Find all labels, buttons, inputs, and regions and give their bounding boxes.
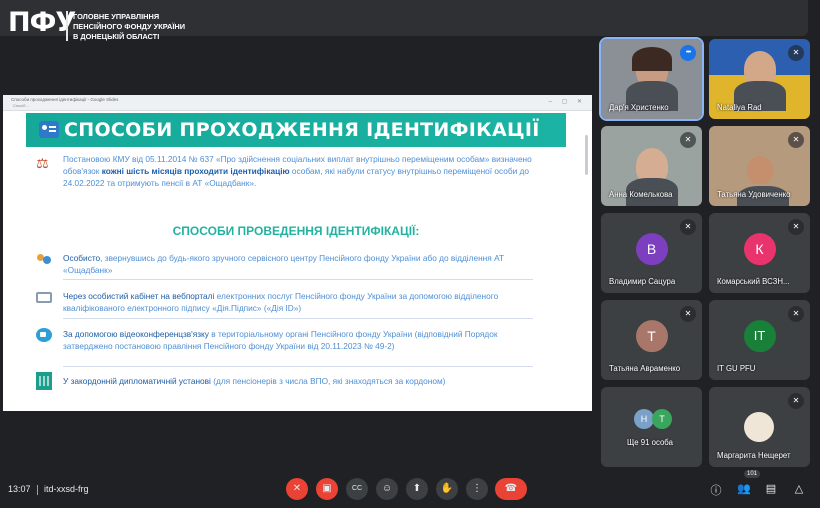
method-text: Через особистий кабінет на вебпорталі ел…: [63, 290, 533, 314]
avatar: К: [743, 233, 776, 266]
divider: [63, 318, 533, 319]
participant-name: Владимир Сацура: [609, 277, 676, 286]
participant-name: Татьяна Авраменко: [609, 364, 681, 373]
avatar: Н: [634, 409, 654, 429]
org-banner: ПФУ ГОЛОВНЕ УПРАВЛІННЯ ПЕНСІЙНОГО ФОНДУ …: [0, 0, 808, 41]
divider: [37, 485, 38, 495]
method-description: (для пенсіонерів з числа ВПО, які знаход…: [210, 376, 446, 386]
participant-name: Татьяна Удовиченко: [717, 190, 791, 199]
method-text: За допомогою відеоконференцзв'язку в тер…: [63, 328, 533, 352]
participant-tile[interactable]: ✕ Анна Комелькова: [601, 126, 702, 206]
slide-scrollbar[interactable]: [585, 135, 588, 175]
captions-icon[interactable]: CC: [346, 478, 368, 500]
browser-address[interactable]: Спосіб...: [13, 103, 213, 109]
org-name: ГОЛОВНЕ УПРАВЛІННЯ ПЕНСІЙНОГО ФОНДУ УКРА…: [73, 12, 185, 42]
mic-off-icon: ✕: [680, 306, 696, 322]
slide-header: СПОСОБИ ПРОХОДЖЕННЯ ІДЕНТИФІКАЦІЇ: [26, 113, 566, 147]
participant-video: [625, 47, 678, 111]
presentation-slide: СПОСОБИ ПРОХОДЖЕННЯ ІДЕНТИФІКАЦІЇ ⚖ Пост…: [26, 113, 566, 409]
mic-off-icon: ✕: [788, 219, 804, 235]
participant-tile[interactable]: IT ✕ IT GU PFU: [709, 300, 810, 380]
people-icon[interactable]: 👥: [737, 482, 751, 495]
avatar: Т: [652, 409, 672, 429]
avatar: IT: [743, 320, 776, 353]
mic-off-icon: ✕: [788, 306, 804, 322]
org-name-line-3: В ДОНЕЦЬКІЙ ОБЛАСТІ: [73, 32, 160, 41]
participant-name: Nataliya Rad: [717, 103, 762, 112]
participant-tile[interactable]: Т ✕ Татьяна Авраменко: [601, 300, 702, 380]
mic-off-icon: ✕: [680, 132, 696, 148]
participant-video: [733, 51, 786, 111]
browser-toolbar: Способи проходження ідентифікації - Goog…: [3, 95, 592, 111]
divider: [63, 279, 533, 280]
chat-icon[interactable]: ▤: [764, 482, 778, 495]
participant-tile[interactable]: В ✕ Владимир Сацура: [601, 213, 702, 293]
slide-subtitle: СПОСОБИ ПРОВЕДЕННЯ ІДЕНТИФІКАЦІЇ:: [172, 224, 420, 238]
id-card-icon: [39, 121, 59, 138]
method-title: За допомогою відеоконференцзв'язку: [63, 329, 209, 339]
speaking-indicator-icon: •••: [680, 45, 696, 61]
participant-tile[interactable]: К ✕ Комарський ВСЗН...: [709, 213, 810, 293]
raise-hand-icon[interactable]: ✋: [436, 478, 458, 500]
divider: [63, 366, 533, 367]
meeting-code: itd-xxsd-frg: [44, 484, 89, 494]
org-name-line-1: ГОЛОВНЕ УПРАВЛІННЯ: [73, 12, 160, 21]
intro-paragraph: Постановою КМУ від 05.11.2014 № 637 «Про…: [63, 153, 533, 189]
clock: 13:07: [8, 484, 31, 494]
method-title: Через особистий кабінет на вебпорталі: [63, 291, 215, 301]
present-screen-icon[interactable]: ⬆: [406, 478, 428, 500]
participant-count-badge: 101: [744, 470, 761, 478]
participant-name: Маргарита Нещерет: [717, 451, 791, 460]
participant-name: Анна Комелькова: [609, 190, 673, 199]
participant-name: IT GU PFU: [717, 364, 756, 373]
gavel-icon: ⚖: [36, 155, 49, 171]
mic-off-icon: ✕: [788, 393, 804, 409]
logo-divider: [66, 11, 68, 41]
participant-video: [625, 148, 678, 206]
avatar: [744, 412, 774, 442]
participant-tile[interactable]: ✕ Татьяна Удовиченко: [709, 126, 810, 206]
mic-off-icon[interactable]: ✕: [286, 478, 308, 500]
method-title: У закордонній дипломатичній установі: [63, 376, 211, 386]
method-text: Особисто, звернувшись до будь-якого зруч…: [63, 252, 533, 276]
activities-icon[interactable]: △: [792, 482, 806, 495]
embassy-icon: [36, 372, 52, 390]
more-participants-label: Ще 91 особа: [627, 438, 673, 447]
monitor-icon: [36, 292, 52, 303]
mic-off-icon: ✕: [680, 219, 696, 235]
participant-name: Дар'я Христенко: [609, 103, 669, 112]
shared-screen: Способи проходження ідентифікації - Goog…: [3, 95, 592, 411]
camera-off-icon[interactable]: ▣: [316, 478, 338, 500]
leave-call-button[interactable]: ☎: [495, 478, 527, 500]
participant-tile[interactable]: ✕ Маргарита Нещерет: [709, 387, 810, 467]
mic-off-icon: ✕: [788, 45, 804, 61]
more-participants-tile[interactable]: Н Т Ще 91 особа: [601, 387, 702, 467]
browser-tab[interactable]: Способи проходження ідентифікації - Goog…: [11, 97, 118, 102]
avatar: В: [635, 233, 668, 266]
participant-tile[interactable]: ••• Дар'я Христенко: [599, 37, 704, 121]
info-icon[interactable]: ⓘ: [709, 482, 723, 498]
method-text: У закордонній дипломатичній установі (дл…: [63, 375, 533, 387]
method-description: , звернувшись до будь-якого зручного сер…: [63, 253, 505, 275]
participant-tile[interactable]: ✕ Nataliya Rad: [709, 39, 810, 119]
method-title: Особисто: [63, 253, 101, 263]
people-icon: [36, 252, 52, 266]
org-name-line-2: ПЕНСІЙНОГО ФОНДУ УКРАЇНИ: [73, 22, 186, 31]
intro-emphasis: кожні шість місяців проходити ідентифіка…: [101, 166, 290, 176]
participant-name: Комарський ВСЗН...: [717, 277, 790, 286]
slide-title: СПОСОБИ ПРОХОДЖЕННЯ ІДЕНТИФІКАЦІЇ: [64, 119, 540, 141]
avatar: Т: [635, 320, 668, 353]
mic-off-icon: ✕: [788, 132, 804, 148]
video-icon: [36, 328, 52, 342]
window-controls-icon[interactable]: – ▢ ✕: [549, 98, 586, 105]
participant-video: [736, 156, 789, 206]
emoji-icon[interactable]: ☺: [376, 478, 398, 500]
more-options-icon[interactable]: ⋮: [466, 478, 488, 500]
